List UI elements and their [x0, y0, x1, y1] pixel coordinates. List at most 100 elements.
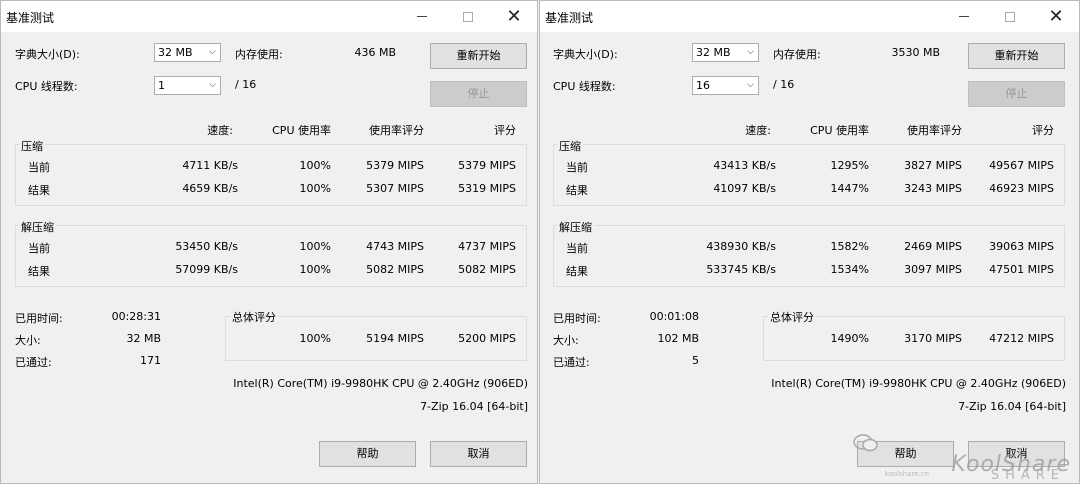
- close-icon: ✕: [506, 6, 522, 27]
- header-speed: 速度:: [207, 124, 233, 137]
- threads-value: 1: [158, 79, 165, 92]
- cpu-usage-value: 1447%: [830, 182, 869, 195]
- minimize-button[interactable]: [941, 1, 987, 32]
- total-usage-rating: 5194 MIPS: [366, 332, 424, 345]
- speed-value: 41097 KB/s: [713, 182, 776, 195]
- dict-size-value: 32 MB: [158, 46, 193, 59]
- cpu-name: Intel(R) Core(TM) i9-9980HK CPU @ 2.40GH…: [233, 377, 528, 390]
- restart-button[interactable]: 重新开始: [430, 43, 527, 69]
- usage-rating-value: 3827 MIPS: [904, 159, 962, 172]
- memory-label: 内存使用:: [773, 48, 821, 61]
- header-cpu-usage: CPU 使用率: [810, 124, 869, 137]
- passes-value: 171: [140, 354, 161, 367]
- row-name: 结果: [566, 184, 588, 197]
- speed-value: 438930 KB/s: [706, 240, 776, 253]
- speed-value: 533745 KB/s: [706, 263, 776, 276]
- decompress-group: [15, 225, 527, 287]
- cpu-usage-value: 100%: [299, 182, 331, 195]
- passes-value: 5: [692, 354, 699, 367]
- rating-value: 5379 MIPS: [458, 159, 516, 172]
- compress-group: [553, 144, 1065, 206]
- size-value: 102 MB: [657, 332, 699, 345]
- compress-label: 压缩: [557, 138, 583, 154]
- row-name: 当前: [566, 161, 588, 174]
- threads-label: CPU 线程数:: [15, 80, 78, 93]
- header-speed: 速度:: [745, 124, 771, 137]
- usage-rating-value: 5379 MIPS: [366, 159, 424, 172]
- dict-size-select[interactable]: 32 MB ⌵: [692, 43, 759, 62]
- minimize-icon: [417, 16, 427, 17]
- total-rating-label: 总体评分: [230, 309, 278, 325]
- rating-value: 46923 MIPS: [989, 182, 1054, 195]
- decompress-label: 解压缩: [19, 219, 56, 235]
- total-rating: 47212 MIPS: [989, 332, 1054, 345]
- chevron-down-icon: ⌵: [747, 80, 754, 90]
- header-usage-rating: 使用率评分: [369, 124, 424, 137]
- memory-label: 内存使用:: [235, 48, 283, 61]
- restart-button[interactable]: 重新开始: [968, 43, 1065, 69]
- cpu-usage-value: 100%: [299, 159, 331, 172]
- title-bar[interactable]: 基准测试 ✕: [540, 1, 1079, 32]
- row-name: 当前: [28, 161, 50, 174]
- row-name: 结果: [28, 184, 50, 197]
- cancel-button[interactable]: 取消: [430, 441, 527, 467]
- usage-rating-value: 2469 MIPS: [904, 240, 962, 253]
- cpu-name: Intel(R) Core(TM) i9-9980HK CPU @ 2.40GH…: [771, 377, 1066, 390]
- threads-value: 16: [696, 79, 710, 92]
- usage-rating-value: 5082 MIPS: [366, 263, 424, 276]
- rating-value: 49567 MIPS: [989, 159, 1054, 172]
- passes-label: 已通过:: [15, 356, 52, 369]
- compress-group: [15, 144, 527, 206]
- minimize-button[interactable]: [399, 1, 445, 32]
- maximize-button[interactable]: [445, 1, 491, 32]
- wechat-icon: [853, 434, 878, 452]
- elapsed-value: 00:28:31: [111, 310, 161, 323]
- help-button[interactable]: 帮助: [319, 441, 416, 467]
- cpu-usage-value: 100%: [299, 263, 331, 276]
- title-bar[interactable]: 基准测试 ✕: [1, 1, 537, 32]
- cpu-usage-value: 1295%: [830, 159, 869, 172]
- cpu-usage-value: 100%: [299, 240, 331, 253]
- speed-value: 53450 KB/s: [175, 240, 238, 253]
- elapsed-label: 已用时间:: [553, 312, 601, 325]
- close-button[interactable]: ✕: [491, 1, 537, 32]
- minimize-icon: [959, 16, 969, 17]
- threads-select[interactable]: 1 ⌵: [154, 76, 221, 95]
- chevron-down-icon: ⌵: [209, 80, 216, 90]
- threads-label: CPU 线程数:: [553, 80, 616, 93]
- cpu-usage-value: 1582%: [830, 240, 869, 253]
- stop-button[interactable]: 停止: [968, 81, 1065, 107]
- threads-total: / 16: [235, 78, 257, 91]
- passes-label: 已通过:: [553, 356, 590, 369]
- chevron-down-icon: ⌵: [209, 47, 216, 57]
- stop-button[interactable]: 停止: [430, 81, 527, 107]
- speed-value: 43413 KB/s: [713, 159, 776, 172]
- rating-value: 4737 MIPS: [458, 240, 516, 253]
- threads-total: / 16: [773, 78, 795, 91]
- maximize-icon: [463, 11, 473, 22]
- row-name: 当前: [566, 242, 588, 255]
- usage-rating-value: 5307 MIPS: [366, 182, 424, 195]
- usage-rating-value: 3097 MIPS: [904, 263, 962, 276]
- rating-value: 5319 MIPS: [458, 182, 516, 195]
- size-label: 大小:: [15, 334, 41, 347]
- total-usage-rating: 3170 MIPS: [904, 332, 962, 345]
- watermark-sub: SHARE: [990, 468, 1065, 483]
- header-rating: 评分: [1032, 124, 1054, 137]
- version-info: 7-Zip 16.04 [64-bit]: [958, 400, 1066, 413]
- threads-select[interactable]: 16 ⌵: [692, 76, 759, 95]
- decompress-label: 解压缩: [557, 219, 594, 235]
- speed-value: 4659 KB/s: [182, 182, 238, 195]
- total-cpu-usage: 100%: [299, 332, 331, 345]
- decompress-group: [553, 225, 1065, 287]
- version-info: 7-Zip 16.04 [64-bit]: [420, 400, 528, 413]
- row-name: 当前: [28, 242, 50, 255]
- close-button[interactable]: ✕: [1033, 1, 1079, 32]
- row-name: 结果: [28, 265, 50, 278]
- maximize-button[interactable]: [987, 1, 1033, 32]
- header-usage-rating: 使用率评分: [907, 124, 962, 137]
- header-rating: 评分: [494, 124, 516, 137]
- chevron-down-icon: ⌵: [747, 47, 754, 57]
- compress-label: 压缩: [19, 138, 45, 154]
- dict-size-select[interactable]: 32 MB ⌵: [154, 43, 221, 62]
